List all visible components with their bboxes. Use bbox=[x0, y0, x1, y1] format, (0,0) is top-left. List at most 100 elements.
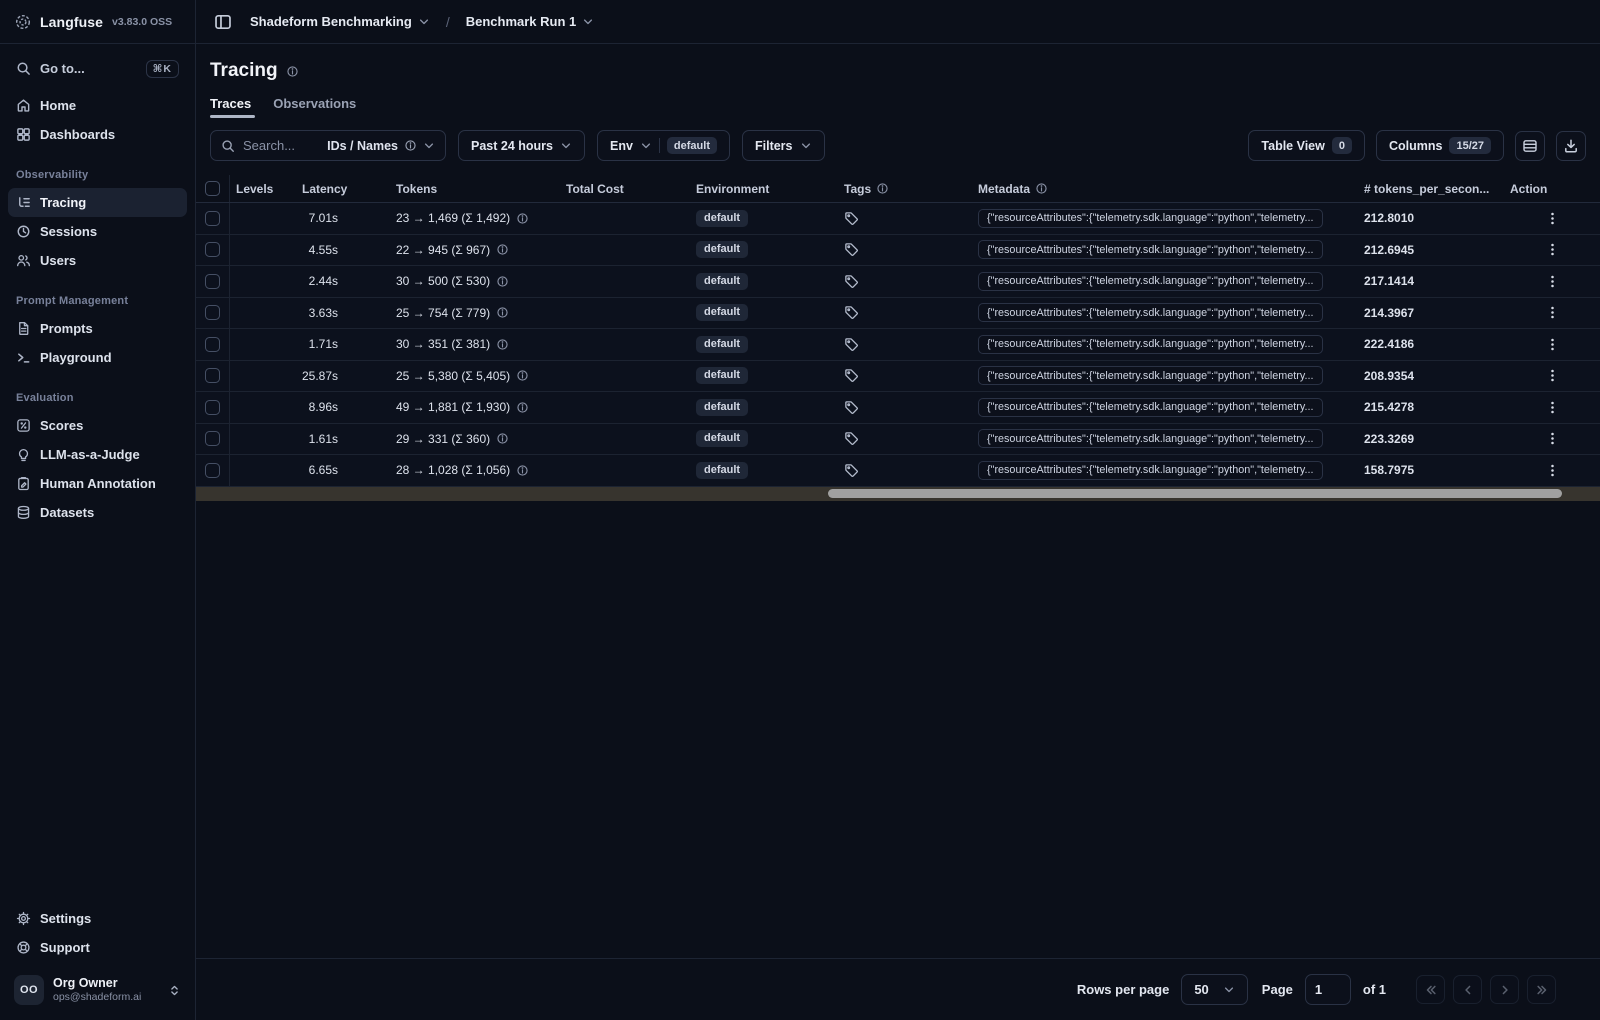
tag-icon[interactable] bbox=[844, 274, 859, 289]
info-icon[interactable] bbox=[496, 275, 509, 288]
row-actions-button[interactable] bbox=[1541, 396, 1563, 418]
tag-icon[interactable] bbox=[844, 400, 859, 415]
breadcrumb-org[interactable]: Shadeform Benchmarking bbox=[250, 14, 430, 29]
row-checkbox[interactable] bbox=[205, 305, 220, 321]
export-button[interactable] bbox=[1556, 130, 1586, 161]
select-all-checkbox[interactable] bbox=[205, 181, 220, 196]
tag-icon[interactable] bbox=[844, 337, 859, 352]
first-page-button[interactable] bbox=[1416, 975, 1445, 1004]
sidebar-item-tracing[interactable]: Tracing bbox=[8, 188, 187, 217]
row-checkbox[interactable] bbox=[205, 399, 220, 415]
row-actions-button[interactable] bbox=[1541, 302, 1563, 324]
breadcrumb-project[interactable]: Benchmark Run 1 bbox=[466, 14, 595, 29]
tag-icon[interactable] bbox=[844, 242, 859, 257]
table-row[interactable]: 6.65s 28 → 1,028 (Σ 1,056) default {"res… bbox=[196, 455, 1600, 487]
sidebar-item-scores[interactable]: Scores bbox=[8, 411, 187, 440]
metadata-cell[interactable]: {"resourceAttributes":{"telemetry.sdk.la… bbox=[978, 334, 1323, 354]
table-row[interactable]: 8.96s 49 → 1,881 (Σ 1,930) default {"res… bbox=[196, 392, 1600, 424]
metadata-cell[interactable]: {"resourceAttributes":{"telemetry.sdk.la… bbox=[978, 208, 1323, 228]
horizontal-scrollbar-thumb[interactable] bbox=[827, 489, 1563, 498]
row-actions-button[interactable] bbox=[1541, 428, 1563, 450]
tag-icon[interactable] bbox=[844, 431, 859, 446]
header-tokens-per-second[interactable]: # tokens_per_secon... bbox=[1358, 175, 1498, 202]
sidebar-item-datasets[interactable]: Datasets bbox=[8, 498, 187, 527]
header-environment[interactable]: Environment bbox=[690, 175, 838, 202]
previous-page-button[interactable] bbox=[1453, 975, 1482, 1004]
row-checkbox[interactable] bbox=[205, 242, 220, 258]
metadata-cell[interactable]: {"resourceAttributes":{"telemetry.sdk.la… bbox=[978, 366, 1323, 386]
sidebar-item-human-annotation[interactable]: Human Annotation bbox=[8, 469, 187, 498]
row-actions-button[interactable] bbox=[1541, 459, 1563, 481]
info-icon[interactable] bbox=[516, 401, 529, 414]
metadata-cell[interactable]: {"resourceAttributes":{"telemetry.sdk.la… bbox=[978, 240, 1323, 260]
row-actions-button[interactable] bbox=[1541, 239, 1563, 261]
table-row[interactable]: 1.61s 29 → 331 (Σ 360) default {"resourc… bbox=[196, 423, 1600, 455]
info-icon[interactable] bbox=[496, 243, 509, 256]
tab-traces[interactable]: Traces bbox=[210, 96, 256, 118]
table-row[interactable]: 4.55s 22 → 945 (Σ 967) default {"resourc… bbox=[196, 234, 1600, 266]
info-icon[interactable] bbox=[516, 212, 529, 225]
search-input[interactable] bbox=[243, 138, 320, 153]
last-page-button[interactable] bbox=[1527, 975, 1556, 1004]
metadata-cell[interactable]: {"resourceAttributes":{"telemetry.sdk.la… bbox=[978, 271, 1323, 291]
table-row[interactable]: 7.01s 23 → 1,469 (Σ 1,492) default {"res… bbox=[196, 203, 1600, 235]
tag-icon[interactable] bbox=[844, 211, 859, 226]
sidebar-item-support[interactable]: Support bbox=[8, 933, 187, 962]
sidebar-item-prompts[interactable]: Prompts bbox=[8, 314, 187, 343]
metadata-cell[interactable]: {"resourceAttributes":{"telemetry.sdk.la… bbox=[978, 303, 1323, 323]
sidebar-item-settings[interactable]: Settings bbox=[8, 904, 187, 933]
sidebar-item-users[interactable]: Users bbox=[8, 246, 187, 275]
next-page-button[interactable] bbox=[1490, 975, 1519, 1004]
row-actions-button[interactable] bbox=[1541, 365, 1563, 387]
row-actions-button[interactable] bbox=[1541, 333, 1563, 355]
tag-icon[interactable] bbox=[844, 368, 859, 383]
columns-button[interactable]: Columns 15/27 bbox=[1375, 130, 1504, 161]
table-row[interactable]: 1.71s 30 → 351 (Σ 381) default {"resourc… bbox=[196, 329, 1600, 361]
header-total-cost[interactable]: Total Cost bbox=[560, 175, 690, 202]
sidebar-item-playground[interactable]: Playground bbox=[8, 343, 187, 372]
horizontal-scrollbar[interactable] bbox=[196, 486, 1600, 501]
table-row[interactable]: 2.44s 30 → 500 (Σ 530) default {"resourc… bbox=[196, 266, 1600, 298]
header-levels[interactable]: Levels bbox=[230, 175, 296, 202]
row-checkbox[interactable] bbox=[205, 210, 220, 226]
info-icon[interactable] bbox=[516, 369, 529, 382]
sidebar-toggle-button[interactable] bbox=[210, 9, 236, 35]
sidebar-item-dashboards[interactable]: Dashboards bbox=[8, 120, 187, 149]
rows-per-page-select[interactable]: 50 bbox=[1181, 974, 1248, 1005]
info-icon[interactable] bbox=[496, 432, 509, 445]
header-tokens[interactable]: Tokens bbox=[390, 175, 560, 202]
user-menu[interactable]: OO Org Owner ops@shadeform.ai bbox=[8, 970, 187, 1010]
table-row[interactable]: 3.63s 25 → 754 (Σ 779) default {"resourc… bbox=[196, 297, 1600, 329]
row-checkbox[interactable] bbox=[205, 368, 220, 384]
metadata-cell[interactable]: {"resourceAttributes":{"telemetry.sdk.la… bbox=[978, 397, 1323, 417]
filters-button[interactable]: Filters bbox=[741, 130, 825, 161]
row-checkbox[interactable] bbox=[205, 431, 220, 447]
row-actions-button[interactable] bbox=[1541, 207, 1563, 229]
header-latency[interactable]: Latency bbox=[296, 175, 390, 202]
info-icon[interactable] bbox=[496, 306, 509, 319]
metadata-cell[interactable]: {"resourceAttributes":{"telemetry.sdk.la… bbox=[978, 429, 1323, 449]
row-checkbox[interactable] bbox=[205, 462, 220, 478]
row-checkbox[interactable] bbox=[205, 273, 220, 289]
metadata-cell[interactable]: {"resourceAttributes":{"telemetry.sdk.la… bbox=[978, 460, 1323, 480]
goto-search[interactable]: Go to... ⌘K bbox=[8, 54, 187, 83]
row-actions-button[interactable] bbox=[1541, 270, 1563, 292]
time-range-button[interactable]: Past 24 hours bbox=[458, 130, 585, 161]
row-checkbox[interactable] bbox=[205, 336, 220, 352]
page-number-input[interactable] bbox=[1304, 974, 1351, 1005]
header-metadata[interactable]: Metadata bbox=[972, 175, 1358, 202]
header-tags[interactable]: Tags bbox=[838, 175, 972, 202]
search-scope-dropdown[interactable]: IDs / Names bbox=[327, 139, 435, 153]
sidebar-item-llm-as-a-judge[interactable]: LLM-as-a-Judge bbox=[8, 440, 187, 469]
sidebar-item-sessions[interactable]: Sessions bbox=[8, 217, 187, 246]
info-icon[interactable] bbox=[516, 464, 529, 477]
table-row[interactable]: 25.87s 25 → 5,380 (Σ 5,405) default {"re… bbox=[196, 360, 1600, 392]
info-icon[interactable] bbox=[496, 338, 509, 351]
sidebar-item-home[interactable]: Home bbox=[8, 91, 187, 120]
environment-filter-button[interactable]: Env default bbox=[596, 130, 730, 161]
row-height-button[interactable] bbox=[1515, 130, 1545, 161]
tab-observations[interactable]: Observations bbox=[273, 96, 356, 118]
table-view-button[interactable]: Table View 0 bbox=[1248, 130, 1365, 161]
tag-icon[interactable] bbox=[844, 463, 859, 478]
info-icon[interactable] bbox=[286, 65, 299, 78]
